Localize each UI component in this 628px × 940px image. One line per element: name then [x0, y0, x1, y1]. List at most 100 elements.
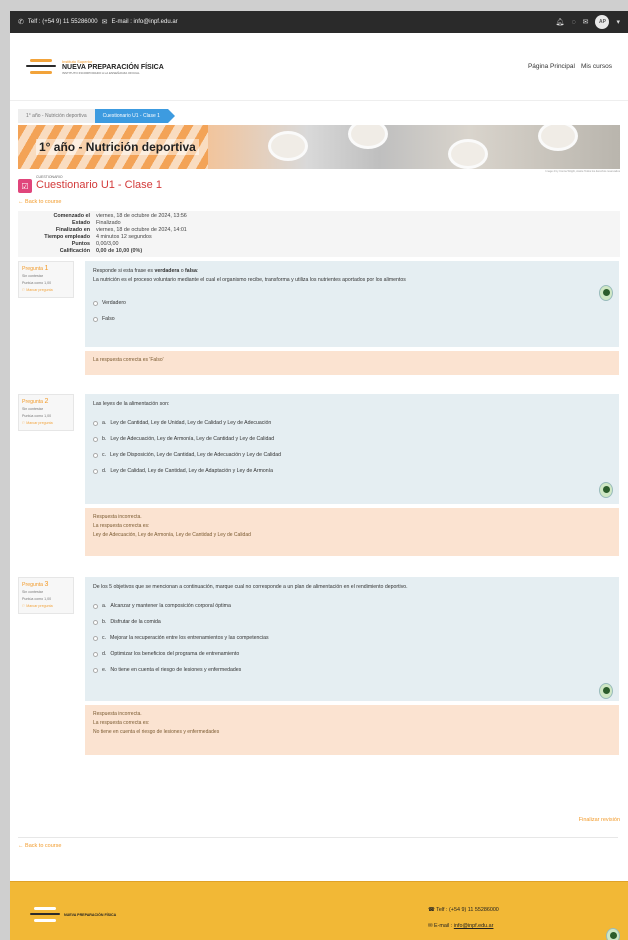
- radio-button[interactable]: [93, 619, 98, 625]
- question-feedback: Respuesta incorrecta. La respuesta corre…: [85, 508, 619, 556]
- option-text: Ley de Cantidad, Ley de Unidad, Ley de C…: [110, 420, 272, 426]
- banner-food-image: [448, 139, 488, 169]
- radio-button[interactable]: [93, 667, 98, 673]
- question-feedback: La respuesta correcta es 'Falso': [85, 351, 619, 375]
- footer-logo-text: NUEVA PREPARACIÓN FÍSICA: [64, 913, 117, 917]
- option-text: No tiene en cuenta el riesgo de lesiones…: [110, 667, 242, 673]
- site-footer: NUEVA PREPARACIÓN FÍSICA ☎ Telf : (+54 9…: [10, 881, 628, 940]
- option-text: Ley de Disposición, Ley de Cantidad, Ley…: [110, 452, 282, 458]
- answer-option[interactable]: c. Mejorar la recuperación entre los entr…: [93, 630, 611, 646]
- footer-logo[interactable]: NUEVA PREPARACIÓN FÍSICA: [30, 904, 116, 926]
- question-content: Responde si esta frase es verdadera o fa…: [85, 261, 619, 347]
- radio-button[interactable]: [93, 420, 98, 426]
- answer-option[interactable]: b. Ley de Adecuación, Ley de Armonía, Ley…: [93, 431, 611, 447]
- radio-button[interactable]: [93, 635, 98, 641]
- question-statement: Las leyes de la alimentación son:: [93, 401, 170, 407]
- radio-button[interactable]: [93, 468, 98, 474]
- chevron-down-icon[interactable]: ▾: [616, 18, 620, 26]
- nav-my-courses[interactable]: Mis cursos: [581, 63, 612, 70]
- answer-option[interactable]: d. Optimizar los beneficios del programa …: [93, 646, 611, 662]
- breadcrumb-current[interactable]: Cuestionario U1 - Clase 1: [94, 109, 176, 123]
- avatar[interactable]: AP: [595, 15, 610, 29]
- feedback-title: Respuesta incorrecta.: [93, 711, 142, 717]
- question-label: Pregunta: [22, 399, 44, 405]
- feedback-text: La respuesta correcta es 'Falso': [93, 357, 164, 363]
- top-email: E-mail : info@inpf.edu.ar: [111, 19, 178, 25]
- answer-option[interactable]: Verdadero: [93, 295, 611, 311]
- answer-option[interactable]: a. Alcanzar y mantener la composición cor…: [93, 598, 611, 614]
- prompt-lead: Responde si esta frase es: [93, 268, 153, 274]
- page: Instituto Superior NUEVA PREPARACIÓN FÍS…: [10, 33, 628, 940]
- question-score: Puntúa como 1,00: [22, 597, 52, 601]
- option-letter: d.: [102, 651, 107, 657]
- chat-icon[interactable]: ◌: [571, 19, 575, 26]
- mascot-icon: [599, 482, 613, 498]
- option-text: Falso: [102, 316, 115, 322]
- logo-subtitle: INSTITUTO INCORPORADO A LA ENSEÑANZA OFI…: [62, 70, 140, 75]
- breadcrumb-course[interactable]: 1° año - Nutrición deportiva: [18, 109, 95, 123]
- option-text: Disfrutar de la comida: [110, 619, 161, 625]
- answer-option[interactable]: b. Disfrutar de la comida: [93, 614, 611, 630]
- summary-label: Estado: [72, 220, 90, 226]
- prompt-false: falsa: [185, 268, 197, 274]
- banner-title: 1° año - Nutrición deportiva: [36, 139, 199, 155]
- answer-option[interactable]: d. Ley de Calidad, Ley de Cantidad, Ley d…: [93, 463, 611, 479]
- footer-email-label: E-mail :: [434, 923, 453, 929]
- option-letter: e.: [102, 667, 107, 673]
- question-label: Pregunta: [22, 266, 44, 272]
- banner-food-image: [538, 125, 578, 151]
- prompt-true: verdadera: [154, 268, 180, 274]
- question-score: Puntúa como 1,00: [22, 281, 52, 285]
- back-to-course-link[interactable]: ← Back to course: [18, 199, 628, 205]
- back-to-course-label: Back to course: [25, 199, 62, 205]
- back-to-course-link[interactable]: ← Back to course: [18, 843, 61, 849]
- divider: [18, 837, 618, 838]
- mail-icon[interactable]: ✉: [583, 18, 589, 26]
- footer-contact: ☎ Telf : (+54 9) 11 55286000 ✉ E-mail : …: [428, 902, 499, 934]
- finish-review-link[interactable]: Finalizar revisión: [579, 817, 620, 823]
- summary-value: 0,00 de 10,00 (0%): [96, 248, 143, 254]
- arrow-left-icon: ←: [18, 199, 24, 205]
- question-content: De los 5 objetivos que se mencionan a co…: [85, 577, 619, 701]
- question-prompt: Responde si esta frase es verdadera o fa…: [93, 268, 199, 274]
- question-status: Sin contestar: [22, 590, 43, 594]
- option-text: Mejorar la recuperación entre los entren…: [110, 635, 269, 641]
- feedback-text: La respuesta correcta es:: [93, 523, 150, 529]
- question-number: 1: [44, 265, 49, 272]
- flag-question-button[interactable]: ⚐ Marcar pregunta: [22, 603, 70, 610]
- answer-option[interactable]: c. Ley de Disposición, Ley de Cantidad, L…: [93, 447, 611, 463]
- option-text: Alcanzar y mantener la composición corpo…: [110, 603, 231, 609]
- bell-icon[interactable]: 🔔︎: [556, 18, 565, 26]
- question-info: Pregunta 3 Sin contestar Puntúa como 1,0…: [18, 577, 74, 614]
- phone-icon: ✆: [18, 19, 24, 26]
- page-title: Cuestionario U1 - Clase 1: [36, 179, 162, 191]
- arrow-left-icon: ←: [18, 843, 24, 849]
- site-header: Instituto Superior NUEVA PREPARACIÓN FÍS…: [10, 33, 628, 101]
- footer-phone: Telf : (+54 9) 11 55286000: [436, 907, 499, 913]
- feedback-answer: No tiene en cuenta el riesgo de lesiones…: [93, 729, 220, 735]
- flag-question-button[interactable]: ⚐ Marcar pregunta: [22, 420, 70, 427]
- radio-button[interactable]: [93, 436, 98, 442]
- radio-button[interactable]: [93, 300, 98, 306]
- flag-question-button[interactable]: ⚐ Marcar pregunta: [22, 287, 70, 294]
- option-letter: c.: [102, 635, 107, 641]
- radio-button[interactable]: [93, 603, 98, 609]
- site-logo[interactable]: Instituto Superior NUEVA PREPARACIÓN FÍS…: [26, 56, 164, 78]
- radio-button[interactable]: [93, 651, 98, 657]
- radio-button[interactable]: [93, 452, 98, 458]
- mail-icon: ✉: [428, 923, 433, 929]
- option-letter: a.: [102, 420, 107, 426]
- option-letter: b.: [102, 436, 107, 442]
- radio-button[interactable]: [93, 316, 98, 322]
- option-letter: d.: [102, 468, 107, 474]
- answer-option[interactable]: e. No tiene en cuenta el riesgo de lesion…: [93, 662, 611, 678]
- logo-icon: [30, 904, 60, 926]
- footer-email-link[interactable]: info@inpf.edu.ar: [454, 923, 494, 929]
- option-text: Verdadero: [102, 300, 126, 306]
- answer-option[interactable]: a. Ley de Cantidad, Ley de Unidad, Ley de…: [93, 415, 611, 431]
- summary-value: viernes, 18 de octubre de 2024, 14:01: [96, 227, 187, 233]
- nav-home[interactable]: Página Principal: [528, 63, 575, 70]
- question-content: Las leyes de la alimentación son: a. Ley …: [85, 394, 619, 504]
- prompt-or: o: [180, 268, 184, 274]
- answer-option[interactable]: Falso: [93, 311, 611, 327]
